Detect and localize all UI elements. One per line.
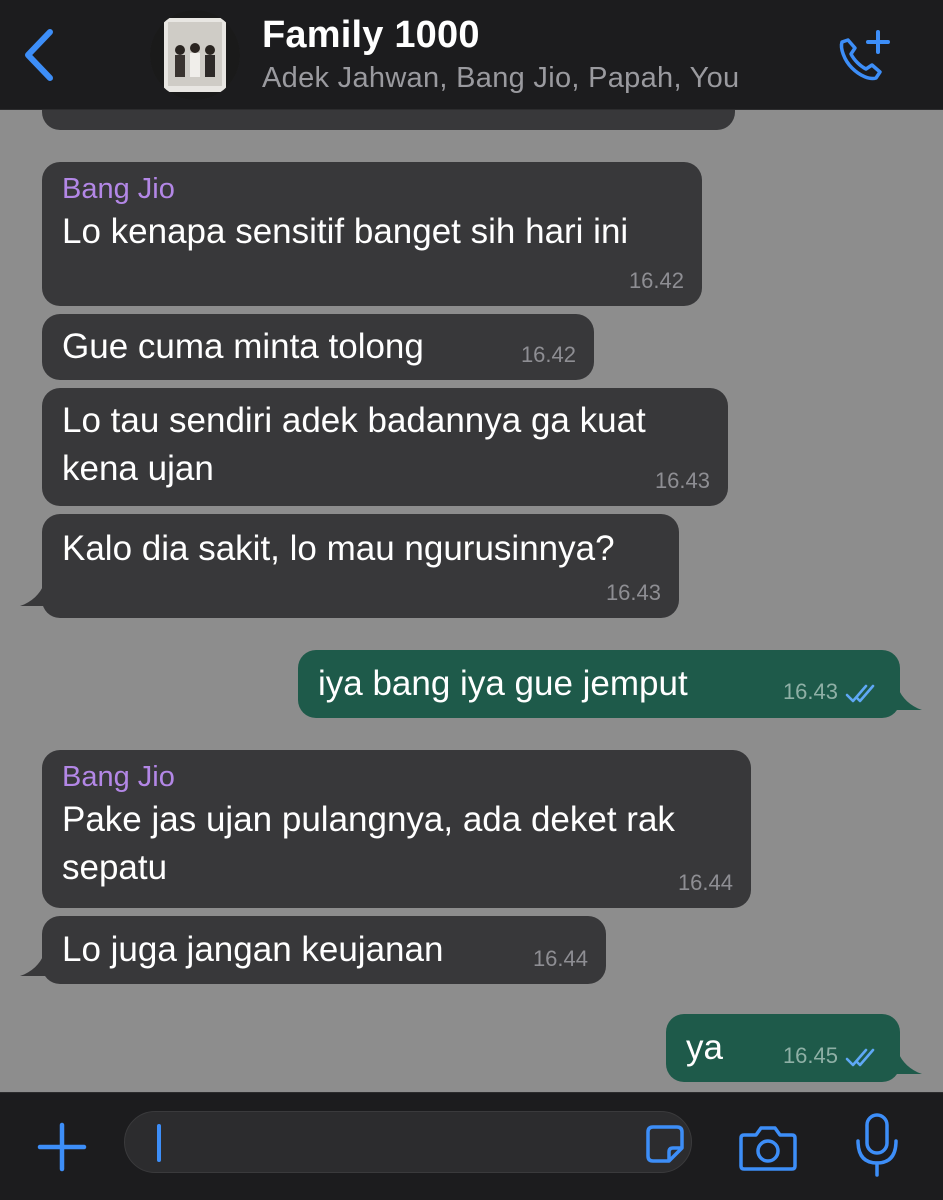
group-avatar[interactable] — [150, 10, 240, 100]
message-time: 16.43 — [654, 468, 710, 493]
message-text-line: sepatu — [62, 848, 168, 887]
chat-title[interactable]: Family 1000 — [262, 14, 480, 57]
read-receipt-icon — [845, 1048, 875, 1067]
message-text: Lo juga jangan keujanan — [62, 930, 444, 969]
camera-button[interactable] — [738, 1121, 798, 1173]
sticker-icon — [646, 1125, 684, 1163]
sender-name[interactable]: Bang Jio — [62, 170, 682, 208]
sticker-button[interactable] — [645, 1124, 685, 1164]
message-bubble-sent[interactable]: iya bang iya gue jemput 16.43 — [298, 650, 900, 718]
message-time: 16.42 — [628, 268, 684, 293]
message-time: 16.43 — [605, 580, 661, 605]
message-bubble-sent[interactable]: ya 16.45 — [666, 1014, 900, 1082]
message-time: 16.45 — [782, 1043, 838, 1068]
message-time: 16.44 — [532, 946, 588, 971]
bubble-tail — [888, 1052, 922, 1074]
chat-messages[interactable]: Bang Jio Lo kenapa sensitif banget sih h… — [0, 70, 943, 1092]
camera-icon — [739, 1126, 797, 1171]
message-bubble[interactable]: Bang Jio Lo kenapa sensitif banget sih h… — [42, 162, 702, 306]
sender-name[interactable]: Bang Jio — [62, 758, 731, 796]
add-call-button[interactable] — [830, 28, 896, 84]
message-text-line: Pake jas ujan pulangnya, ada deket rak — [62, 800, 675, 839]
message-bubble[interactable]: Lo tau sendiri adek badannya ga kuat ken… — [42, 388, 728, 506]
message-text-line: Lo tau sendiri adek badannya ga kuat — [62, 401, 646, 440]
read-receipt-icon — [845, 684, 875, 703]
composer-bar — [0, 1092, 943, 1200]
bubble-tail — [20, 954, 54, 976]
bubble-tail — [20, 584, 54, 606]
phone-plus-icon — [839, 30, 890, 81]
chevron-left-icon — [25, 29, 53, 81]
voice-message-button[interactable] — [852, 1111, 902, 1183]
message-text-line: kena ujan — [62, 449, 214, 488]
message-bubble[interactable]: Kalo dia sakit, lo mau ngurusinnya? 16.4… — [42, 514, 679, 618]
chat-header: Family 1000 Adek Jahwan, Bang Jio, Papah… — [0, 0, 943, 110]
attach-button[interactable] — [34, 1119, 90, 1175]
plus-icon — [37, 1122, 87, 1172]
text-caret — [157, 1124, 161, 1162]
bubble-tail — [888, 688, 922, 710]
group-photo — [150, 10, 240, 100]
message-bubble[interactable]: Gue cuma minta tolong 16.42 — [42, 314, 594, 380]
message-input[interactable] — [124, 1111, 692, 1173]
message-bubble[interactable]: Bang Jio Pake jas ujan pulangnya, ada de… — [42, 750, 751, 908]
message-text: Kalo dia sakit, lo mau ngurusinnya? — [62, 529, 615, 568]
message-time: 16.42 — [520, 342, 576, 367]
chat-members[interactable]: Adek Jahwan, Bang Jio, Papah, You — [262, 62, 739, 95]
message-time: 16.44 — [677, 870, 733, 895]
message-text: Lo kenapa sensitif banget sih hari ini — [62, 212, 629, 251]
message-time: 16.43 — [782, 679, 838, 704]
message-text: Gue cuma minta tolong — [62, 327, 424, 366]
microphone-icon — [856, 1113, 898, 1177]
back-button[interactable] — [18, 26, 62, 84]
message-bubble[interactable]: Lo juga jangan keujanan 16.44 — [42, 916, 606, 984]
